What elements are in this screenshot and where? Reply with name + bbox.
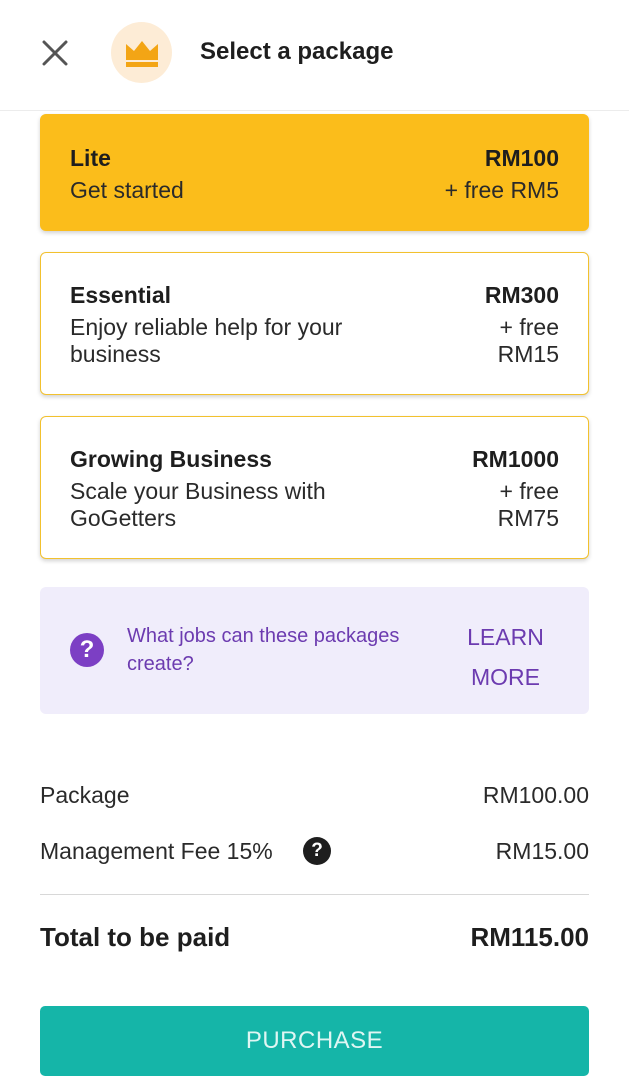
info-question: What jobs can these packages create? (127, 625, 400, 675)
package-info-box: ? What jobs can these packages create? L… (40, 587, 589, 714)
total-value: RM115.00 (470, 922, 589, 952)
package-card-growing-business[interactable]: Growing Business Scale your Business wit… (40, 416, 589, 559)
package-bonus: + free RM15 (497, 314, 559, 367)
package-bonus: + free RM75 (497, 478, 559, 531)
package-card-essential[interactable]: Essential Enjoy reliable help for your b… (40, 252, 589, 395)
package-description: Scale your Business with GoGetters (70, 478, 326, 531)
question-circle-icon: ? (70, 633, 104, 667)
select-package-screen: Select a package Lite Get started RM100 … (0, 0, 629, 1080)
package-description: Get started (70, 177, 184, 203)
package-description: Enjoy reliable help for your business (70, 314, 343, 367)
fee-help-icon[interactable]: ? (303, 837, 331, 865)
summary-label: Management Fee 15% (40, 838, 273, 864)
package-name: Essential (70, 282, 171, 308)
package-name: Growing Business (70, 446, 272, 472)
header: Select a package (0, 0, 629, 111)
crown-badge (111, 22, 172, 83)
total-label: Total to be paid (40, 922, 231, 952)
close-button[interactable] (36, 34, 74, 72)
crown-icon (125, 40, 158, 67)
package-price: RM100 (484, 145, 559, 171)
purchase-button[interactable]: PURCHASE (40, 1006, 589, 1076)
package-name: Lite (70, 145, 111, 171)
learn-more-link[interactable]: LEARN MORE (458, 617, 553, 697)
summary-label: Package (40, 782, 130, 808)
package-bonus: + free RM5 (444, 177, 559, 203)
summary-package-row: Package RM100.00 (40, 782, 589, 809)
page-title: Select a package (200, 38, 394, 65)
summary-value: RM15.00 (495, 838, 589, 864)
package-price: RM300 (484, 282, 559, 308)
package-card-lite[interactable]: Lite Get started RM100 + free RM5 (40, 114, 589, 231)
summary-value: RM100.00 (482, 782, 589, 808)
summary-divider (40, 894, 589, 895)
close-icon[interactable] (42, 40, 68, 66)
summary-fee-row: Management Fee 15% ? RM15.00 (40, 837, 589, 865)
summary-total-row: Total to be paid RM115.00 (40, 922, 589, 953)
package-price: RM1000 (472, 446, 559, 472)
